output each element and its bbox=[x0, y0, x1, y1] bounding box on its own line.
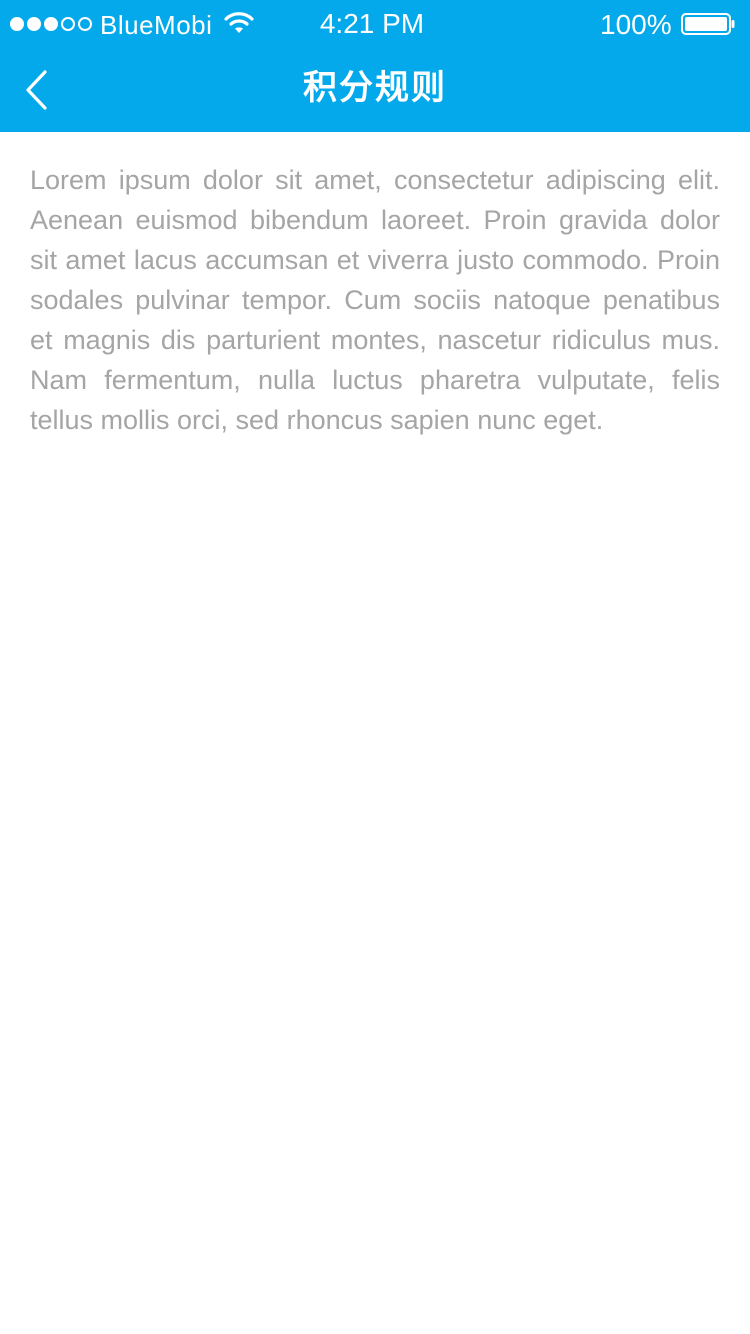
status-bar: BlueMobi 4:21 PM 100% bbox=[0, 0, 750, 48]
page-title: 积分规则 bbox=[303, 69, 447, 107]
battery-percentage: 100% bbox=[600, 9, 672, 40]
screen: BlueMobi 4:21 PM 100% 积分规则 Lorem ipsum d… bbox=[0, 0, 750, 1334]
top-bar: BlueMobi 4:21 PM 100% 积分规则 bbox=[0, 0, 750, 132]
navigation-bar: 积分规则 bbox=[0, 48, 750, 132]
rules-text: Lorem ipsum dolor sit amet, consectetur … bbox=[30, 165, 720, 435]
battery-icon bbox=[681, 13, 735, 35]
